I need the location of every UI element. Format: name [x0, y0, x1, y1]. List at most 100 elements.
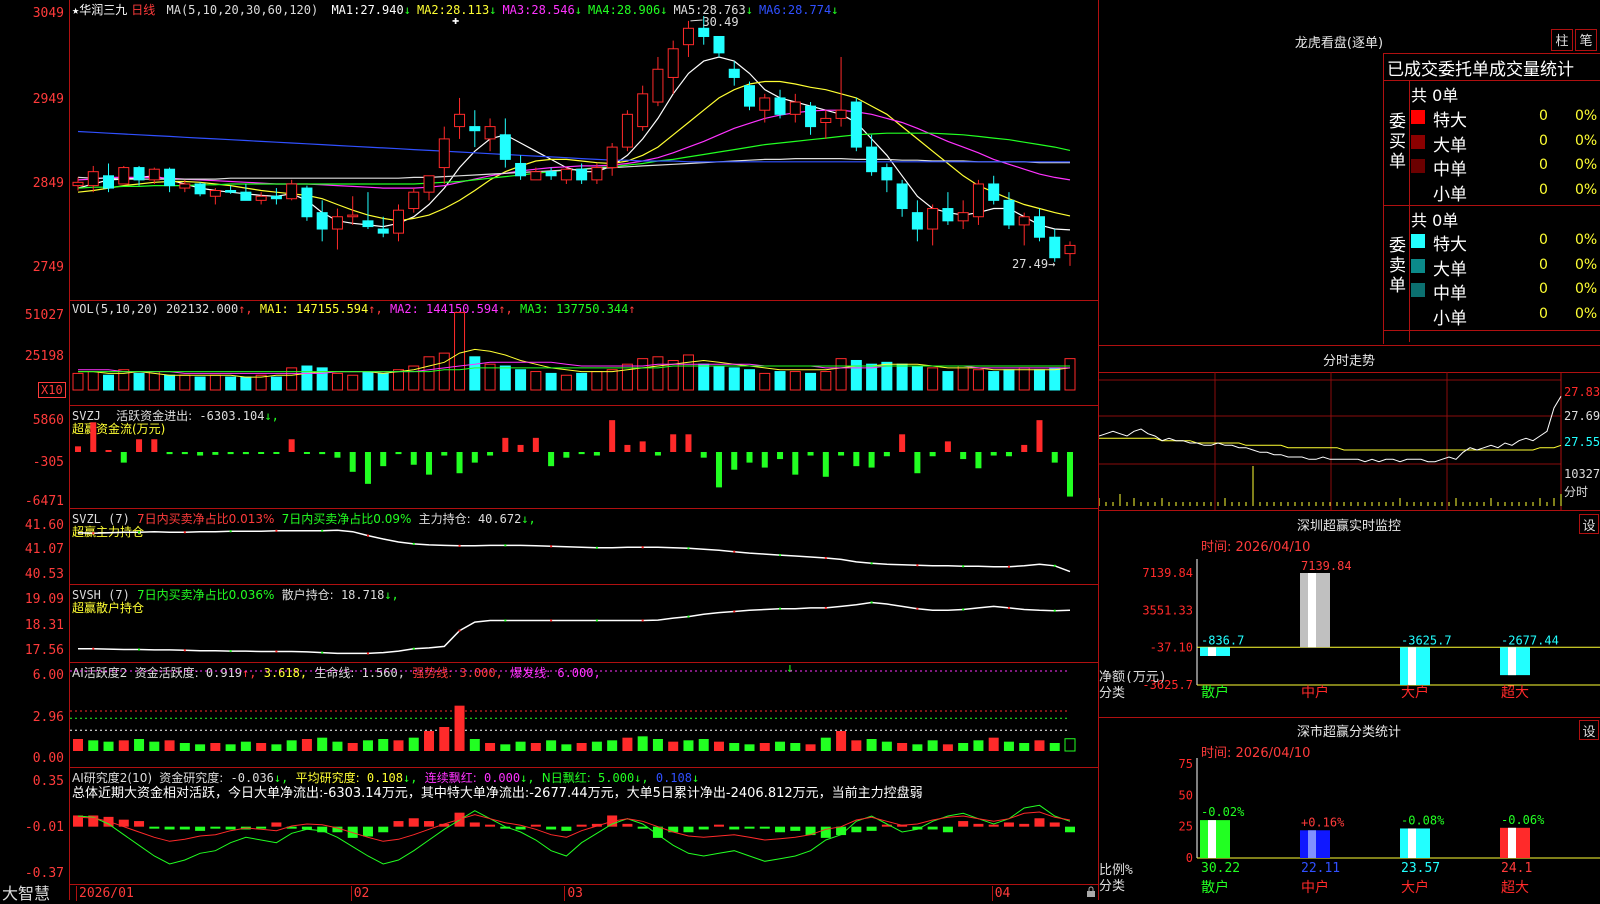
order-row-name: 大单 [1433, 259, 1467, 280]
holding-point [92, 647, 95, 650]
fund-flow-bar [441, 452, 448, 456]
volume-bar [1018, 367, 1030, 391]
holding-point [504, 619, 507, 622]
holding-point [321, 651, 324, 654]
lhb-title: 龙虎看盘(逐单) [1294, 36, 1384, 51]
order-row-count: 0 [1539, 256, 1548, 273]
activity-bar [775, 741, 786, 751]
activity-bar [1019, 743, 1030, 751]
candle [270, 195, 282, 200]
activity-bar [149, 741, 160, 751]
svzj-chart[interactable] [70, 406, 1098, 509]
order-row-pct: 0% [1575, 256, 1598, 273]
research-bar [393, 821, 404, 827]
activity-bar [668, 741, 679, 751]
svzl-chart[interactable] [70, 509, 1098, 585]
ai1-chart[interactable] [70, 663, 1098, 768]
volume-bar [103, 374, 115, 391]
order-row-name: 特大 [1433, 235, 1467, 255]
vol-tick-2: 25198 [24, 349, 64, 364]
svsh-tick-3: 17.56 [24, 643, 64, 658]
tab-bar-view[interactable]: 柱 [1551, 29, 1573, 51]
research-bar [378, 826, 389, 833]
order-row: 特大 0 0% [1411, 106, 1600, 131]
left-axis: 3049 2949 2849 2749 51027 25198 X10 5860… [0, 0, 70, 903]
research-bar [988, 824, 999, 827]
ma-line-3 [77, 109, 1071, 189]
ai1-tick-3: 0.00 [32, 751, 64, 766]
svzl-panel[interactable]: SVZL (7) 7日内买卖净占比0.013% 7日内买卖净占比0.09% 主力… [70, 508, 1098, 584]
fenshi-chart[interactable]: 27.83 27.69 27.55 10327 分时 [1099, 372, 1600, 510]
holding-point [733, 550, 736, 553]
research-bar [698, 826, 709, 830]
holding-line [78, 601, 1071, 655]
order-row-name: 特大 [1433, 111, 1467, 131]
kline-chart[interactable]: 30.49 27.49→ ✚ [70, 0, 1098, 300]
activity-bar [851, 740, 862, 751]
lock-icon[interactable] [1086, 886, 1095, 897]
fund-flow-bar [990, 452, 997, 456]
fund-flow-bar [609, 420, 616, 452]
x-axis-label: 2026/01 [76, 886, 134, 901]
sz-bar-label: 7139.84 [1301, 559, 1352, 573]
volume-bar [606, 369, 618, 391]
price-tick-4: 2749 [32, 260, 64, 275]
sz-settings-button[interactable]: 设 [1579, 514, 1599, 534]
ai2-chart[interactable] [70, 768, 1098, 886]
candle [362, 220, 374, 228]
tab-tick-view[interactable]: 笔 [1575, 29, 1597, 51]
svzj-panel[interactable]: SVZJ 活跃资金进出: -6303.104↓, 超赢资金流(万元) [70, 405, 1098, 508]
ai2-tick-1: 0.35 [32, 774, 64, 789]
candle [286, 183, 298, 200]
fund-flow-bar [624, 444, 631, 452]
svsh-chart[interactable] [70, 585, 1098, 663]
activity-bar [988, 737, 999, 751]
sz-ylabel: 净额(万元) [1099, 670, 1167, 685]
research-bar [546, 826, 557, 830]
kline-panel[interactable]: ★华润三九 日线 MA(5,10,20,30,60,120) MA1:27.940… [70, 0, 1098, 300]
ai-research-panel[interactable]: AI研究度2(10) 资金研究度: -0.036↓, 平均研究度: 0.108↓… [70, 767, 1098, 885]
szfl-value: 23.57 [1401, 861, 1440, 876]
candle [1033, 216, 1045, 238]
brand-logo: 大智慧 [2, 884, 51, 903]
sz-monitor-chart[interactable]: 7139.84 3551.33 -37.10 -3625.7 -836.7 7139.84… [1099, 545, 1600, 715]
holding-point [595, 546, 598, 549]
research-bar [927, 826, 938, 830]
candle [560, 168, 572, 181]
activity-bar [378, 739, 389, 751]
holding-point [916, 607, 919, 610]
fund-flow-bar [349, 452, 356, 472]
volume-bar [1049, 367, 1061, 391]
fenshi-avg-line [1099, 437, 1562, 451]
sz-category: 散户 [1201, 684, 1229, 701]
high-marker-line [690, 19, 703, 22]
vol-unit-button[interactable]: X10 [38, 382, 66, 398]
sz-bar-shine [1408, 647, 1416, 685]
volume-bar [454, 312, 466, 391]
candle [728, 68, 740, 78]
activity-bar [866, 739, 877, 751]
fund-flow-bar [944, 441, 951, 452]
szfl-chart[interactable]: 75 50 25 0 -0.02% 30.22 散户 +0.16% 22.11 中户 -0.08% 2… [1099, 750, 1600, 900]
candle [1018, 216, 1030, 226]
candle [301, 187, 313, 218]
szfl-bar-shine [1208, 820, 1216, 858]
szfl-settings-button[interactable]: 设 [1579, 720, 1599, 740]
volume-panel[interactable]: VOL(5,10,20) 202132.000↑, MA1: 147155.59… [70, 300, 1098, 405]
volume-bar [209, 374, 221, 391]
volume-chart[interactable] [70, 301, 1098, 406]
fund-flow-bar [364, 452, 371, 484]
volume-bar [835, 358, 847, 391]
order-row: 小单 0 0% [1411, 304, 1600, 329]
volume-bar [1003, 369, 1015, 391]
sell-side-label: 委卖单 [1389, 236, 1406, 296]
activity-bar [530, 743, 541, 751]
svsh-panel[interactable]: SVSH (7) 7日内买卖净占比0.036% 散户持仓: 18.718↓, 超… [70, 584, 1098, 662]
svsh-tick-2: 18.31 [24, 618, 64, 633]
candle [438, 138, 450, 169]
szfl-value: 22.11 [1301, 861, 1340, 876]
candle [469, 126, 481, 132]
svzj-tick-1: 5860 [32, 413, 64, 428]
ai-activity-panel[interactable]: AI活跃度2 资金活跃度: 0.919↑, 3.618, 生命线: 1.560,… [70, 661, 1098, 768]
holding-point [779, 607, 782, 610]
